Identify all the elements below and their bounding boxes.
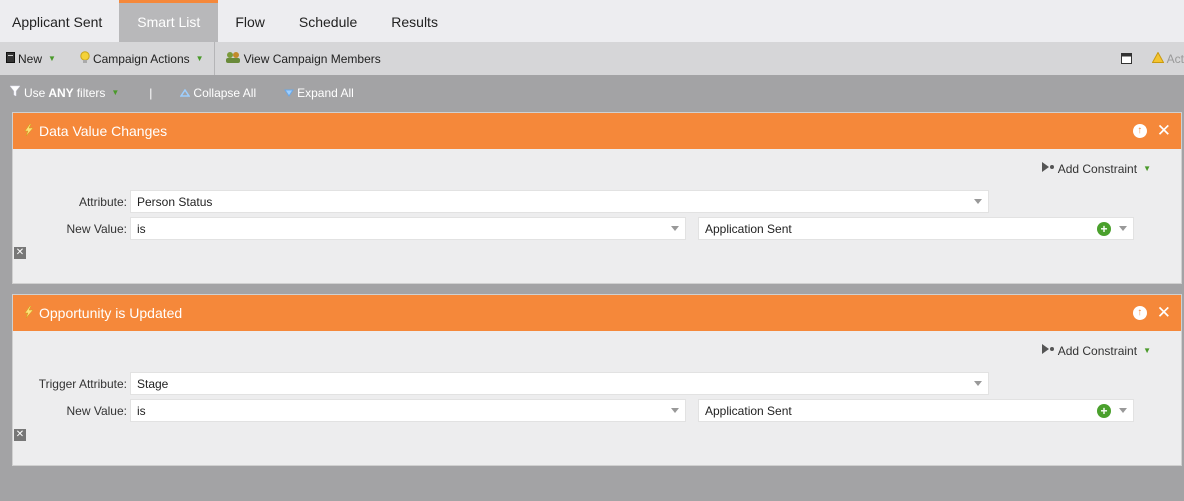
expand-icon (284, 86, 295, 100)
view-members-label: View Campaign Members (243, 51, 381, 66)
dropdown-arrow-icon (974, 381, 982, 386)
trigger-attribute-value: Stage (137, 376, 169, 391)
filter-panel-opportunity-updated: Opportunity is Updated ↑ ✕ Add Constrain… (12, 294, 1182, 466)
tab-results[interactable]: Results (374, 0, 455, 42)
new-label: New (18, 51, 43, 66)
any-label: ANY (48, 85, 74, 100)
campaign-actions-label: Campaign Actions (92, 51, 190, 66)
value-select[interactable]: Application Sent + (698, 217, 1134, 240)
add-constraint-label: Add Constraint (1057, 343, 1138, 358)
trigger-attribute-label: Trigger Attribute: (38, 376, 127, 391)
new-value-label: New Value: (66, 403, 127, 418)
toolbar-divider (213, 42, 215, 75)
collapse-icon (180, 86, 191, 100)
filter-bar: Use ANY filters ▼ | Collapse All Expand … (0, 75, 1184, 110)
operator-select[interactable]: is (130, 217, 686, 240)
trigger-lightning-icon (23, 123, 35, 139)
attribute-value: Person Status (137, 194, 213, 209)
add-constraint-button[interactable]: Add Constraint ▼ (1041, 343, 1151, 358)
expand-all-button[interactable]: Expand All (284, 86, 354, 100)
move-up-icon[interactable]: ↑ (1132, 124, 1147, 138)
trigger-lightning-icon (23, 305, 35, 321)
campaign-actions-caret-icon: ▼ (195, 54, 204, 63)
window-icon[interactable] (1111, 42, 1142, 75)
new-document-icon (6, 51, 15, 66)
trigger-attribute-select[interactable]: Stage (130, 372, 989, 395)
filters-label: filters (76, 85, 106, 100)
dropdown-arrow-icon (1119, 408, 1127, 413)
collapse-all-label: Collapse All (193, 85, 257, 100)
operator-select[interactable]: is (130, 399, 686, 422)
trigger-attribute-row: Trigger Attribute: Stage (13, 372, 989, 395)
filter-panel-data-value-changes: Data Value Changes ↑ ✕ Add Constraint ▼ … (12, 112, 1182, 284)
dropdown-arrow-icon (1119, 226, 1127, 231)
warning-icon (1151, 50, 1165, 66)
filter-panel-header[interactable]: Opportunity is Updated ↑ ✕ (13, 295, 1181, 331)
use-label: Use (24, 85, 46, 100)
add-value-icon[interactable]: + (1097, 222, 1111, 236)
new-value-row: New Value: is Application Sent + (13, 217, 1134, 240)
operator-value: is (137, 403, 146, 418)
toolbar: New ▼ Campaign Actions ▼ View Campaign M… (0, 42, 1184, 75)
add-value-icon[interactable]: + (1097, 404, 1111, 418)
add-constraint-caret-icon: ▼ (1143, 164, 1151, 173)
value-text: Application Sent (705, 221, 792, 236)
filter-panel-header[interactable]: Data Value Changes ↑ ✕ (13, 113, 1181, 149)
constraint-icon (1041, 343, 1055, 358)
collapse-all-button[interactable]: Collapse All (180, 86, 256, 100)
tab-applicant-sent[interactable]: Applicant Sent (0, 0, 119, 42)
tab-bar: Applicant Sent Smart List Flow Schedule … (0, 0, 1184, 42)
new-button[interactable]: New ▼ (0, 42, 62, 75)
new-value-label: New Value: (66, 221, 127, 236)
new-caret-icon: ▼ (48, 54, 56, 63)
attribute-row: Attribute: Person Status (13, 190, 989, 213)
tab-schedule[interactable]: Schedule (282, 0, 374, 42)
delete-constraint-icon[interactable]: ✕ (14, 247, 26, 259)
constraint-icon (1041, 161, 1055, 176)
dropdown-arrow-icon (671, 408, 679, 413)
tab-smart-list[interactable]: Smart List (119, 0, 219, 42)
filter-bar-separator: | (149, 85, 153, 100)
filter-title: Data Value Changes (39, 123, 168, 139)
toolbar-right: Act (1111, 42, 1184, 75)
add-constraint-button[interactable]: Add Constraint ▼ (1041, 161, 1151, 176)
value-select[interactable]: Application Sent + (698, 399, 1134, 422)
move-up-icon[interactable]: ↑ (1132, 306, 1147, 320)
filter-title: Opportunity is Updated (39, 305, 183, 321)
activity-button[interactable]: Act (1142, 42, 1184, 75)
lightbulb-icon (80, 50, 90, 67)
attribute-select[interactable]: Person Status (130, 190, 989, 213)
use-any-filters-dropdown[interactable]: Use ANY filters ▼ (9, 85, 119, 100)
tab-flow[interactable]: Flow (218, 0, 282, 42)
value-text: Application Sent (705, 403, 792, 418)
new-value-row: New Value: is Application Sent + (13, 399, 1134, 422)
close-icon[interactable]: ✕ (1157, 304, 1171, 321)
filters-caret-icon: ▼ (111, 88, 120, 97)
members-icon (225, 51, 241, 66)
activity-label: Act (1166, 51, 1184, 66)
attribute-label: Attribute: (78, 194, 127, 209)
operator-value: is (137, 221, 146, 236)
add-constraint-label: Add Constraint (1057, 161, 1138, 176)
close-icon[interactable]: ✕ (1157, 122, 1171, 139)
dropdown-arrow-icon (671, 226, 679, 231)
view-campaign-members-button[interactable]: View Campaign Members (219, 42, 387, 75)
dropdown-arrow-icon (974, 199, 982, 204)
delete-constraint-icon[interactable]: ✕ (14, 429, 26, 441)
add-constraint-caret-icon: ▼ (1143, 346, 1151, 355)
filter-funnel-icon (9, 85, 21, 100)
campaign-actions-button[interactable]: Campaign Actions ▼ (62, 42, 210, 75)
expand-all-label: Expand All (297, 85, 354, 100)
